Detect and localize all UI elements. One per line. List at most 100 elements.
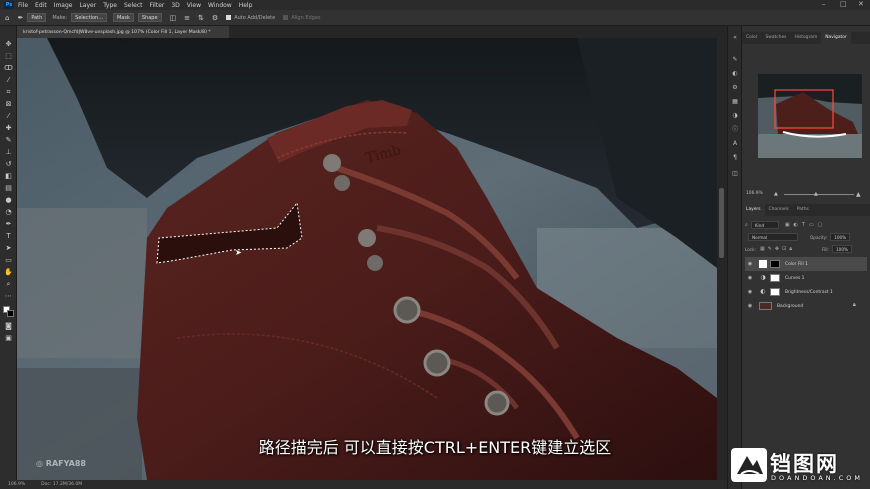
kind-filter-select[interactable]: Kind	[750, 221, 779, 229]
dodge-tool-icon[interactable]: ◔	[4, 208, 13, 217]
menu-layer[interactable]: Layer	[79, 2, 96, 9]
align-edges-checkbox[interactable]	[283, 15, 289, 20]
navigator-zoom-slider[interactable]	[784, 194, 854, 195]
blend-mode-select[interactable]: Normal	[748, 233, 798, 241]
zoom-in-icon[interactable]: ▲	[856, 191, 861, 198]
lock-image-icon[interactable]: ✎	[768, 246, 772, 252]
vertical-scrollbar[interactable]	[717, 38, 727, 480]
menu-help[interactable]: Help	[239, 2, 253, 9]
filter-shape-icon[interactable]: ▭	[809, 222, 814, 228]
zoom-slider-handle-icon[interactable]: ▲	[814, 191, 818, 197]
filter-type-icon[interactable]: T	[802, 222, 805, 228]
menu-select[interactable]: Select	[124, 2, 143, 9]
document-canvas[interactable]: Timb ➤	[17, 38, 717, 480]
pen-tool-icon[interactable]: ✒	[4, 220, 13, 229]
settings-gear-icon[interactable]: ⚙	[212, 14, 218, 22]
marquee-tool-icon[interactable]: ⬚	[4, 52, 13, 61]
edit-toolbar-icon[interactable]: ⋯	[4, 292, 13, 301]
eraser-tool-icon[interactable]: ◧	[4, 172, 13, 181]
make-shape-button[interactable]: Shape	[137, 13, 162, 22]
layer-name[interactable]: Color Fill 1	[785, 262, 808, 267]
tab-histogram[interactable]: Histogram	[790, 32, 821, 44]
menu-view[interactable]: View	[187, 2, 201, 9]
path-select-tool-icon[interactable]: ➤	[4, 244, 13, 253]
fill-input[interactable]: 100%	[832, 245, 852, 253]
maximize-icon[interactable]: □	[840, 0, 847, 8]
brush-tool-icon[interactable]: ✎	[4, 136, 13, 145]
layer-mask-thumbnail[interactable]	[770, 274, 780, 282]
paragraph-icon[interactable]: ¶	[731, 154, 739, 162]
home-icon[interactable]: ⌂	[5, 14, 9, 22]
make-selection-button[interactable]: Selection...	[71, 13, 107, 22]
zoom-level[interactable]: 106.9%	[8, 482, 25, 487]
layer-name[interactable]: Background	[777, 304, 803, 309]
make-mask-button[interactable]: Mask	[112, 13, 134, 22]
menu-filter[interactable]: Filter	[150, 2, 165, 9]
quick-select-tool-icon[interactable]: ⁄	[4, 76, 13, 85]
tab-channels[interactable]: Channels	[765, 204, 793, 216]
blur-tool-icon[interactable]: ●	[4, 196, 13, 205]
tab-swatches[interactable]: Swatches	[761, 32, 790, 44]
menu-edit[interactable]: Edit	[35, 2, 47, 9]
properties-icon[interactable]: ⚙	[731, 84, 739, 92]
libraries-icon[interactable]: ▦	[731, 98, 739, 106]
collapse-panels-icon[interactable]: «	[731, 34, 739, 42]
menu-file[interactable]: File	[18, 2, 28, 9]
frame-tool-icon[interactable]: ⊠	[4, 100, 13, 109]
menu-window[interactable]: Window	[208, 2, 232, 9]
filter-adjustment-icon[interactable]: ◐	[794, 222, 798, 228]
zoom-out-icon[interactable]: ▲	[774, 191, 778, 197]
character-icon[interactable]: A	[731, 140, 739, 148]
tab-color[interactable]: Color	[742, 32, 761, 44]
hand-tool-icon[interactable]: ✋	[4, 268, 13, 277]
background-color-swatch[interactable]	[7, 310, 14, 317]
path-alignment-icon[interactable]: ≡	[184, 14, 190, 22]
minimize-icon[interactable]: –	[822, 0, 826, 8]
move-tool-icon[interactable]: ✥	[4, 40, 13, 49]
layer-row-color-fill[interactable]: ◉ Color Fill 1	[745, 257, 867, 271]
visibility-eye-icon[interactable]: ◉	[745, 261, 755, 267]
layer-mask-thumbnail[interactable]	[770, 260, 780, 268]
path-operations-icon[interactable]: ◫	[170, 14, 177, 22]
eyedropper-tool-icon[interactable]: ⁄	[4, 112, 13, 121]
visibility-eye-icon[interactable]: ◉	[745, 275, 755, 281]
lock-position-icon[interactable]: ✥	[775, 246, 779, 252]
tab-layers[interactable]: Layers	[742, 204, 765, 216]
navigator-zoom-value[interactable]: 106.9%	[746, 191, 763, 196]
rectangle-tool-icon[interactable]: ▭	[4, 256, 13, 265]
visibility-eye-icon[interactable]: ◉	[745, 289, 755, 295]
tab-paths[interactable]: Paths	[793, 204, 813, 216]
scrollbar-thumb[interactable]	[719, 188, 724, 258]
lock-transparent-icon[interactable]: ▦	[760, 246, 765, 252]
auto-add-delete-checkbox[interactable]	[226, 15, 232, 20]
brush-settings-icon[interactable]: ✎	[731, 56, 739, 64]
lock-all-icon[interactable]: 🔒︎	[789, 246, 792, 252]
filter-pixel-icon[interactable]: ▣	[785, 222, 790, 228]
layer-row-curves[interactable]: ◉ ◑ Curves 1	[745, 271, 867, 285]
adjustments-icon[interactable]: ◐	[731, 70, 739, 78]
layer-name[interactable]: Brightness/Contrast 1	[785, 290, 833, 295]
tool-mode-select[interactable]: Path	[27, 13, 47, 22]
navigator-preview[interactable]	[758, 74, 862, 158]
layer-row-brightness[interactable]: ◉ ◐ Brightness/Contrast 1	[745, 285, 867, 299]
stamp-tool-icon[interactable]: ⊥	[4, 148, 13, 157]
path-arrangement-icon[interactable]: ⇅	[198, 14, 204, 22]
menu-type[interactable]: Type	[103, 2, 117, 9]
close-icon[interactable]: ✕	[858, 0, 864, 8]
layer-name[interactable]: Curves 1	[785, 276, 804, 281]
crop-tool-icon[interactable]: ⌗	[4, 88, 13, 97]
visibility-eye-icon[interactable]: ◉	[745, 303, 755, 309]
pen-tool-preset-icon[interactable]: ✒	[17, 14, 23, 22]
lock-artboard-icon[interactable]: ⊡	[782, 246, 786, 252]
info-icon[interactable]: ⓘ	[731, 126, 739, 134]
lasso-tool-icon[interactable]: ↀ	[4, 64, 13, 73]
layer-row-background[interactable]: ◉ Background 🔒︎	[745, 299, 867, 313]
3d-icon[interactable]: ◫	[731, 170, 739, 178]
zoom-tool-icon[interactable]: ⌕	[4, 280, 13, 289]
layer-mask-thumbnail[interactable]	[770, 288, 780, 296]
healing-tool-icon[interactable]: ✚	[4, 124, 13, 133]
opacity-input[interactable]: 100%	[830, 233, 851, 241]
type-tool-icon[interactable]: T	[4, 232, 13, 241]
menu-3d[interactable]: 3D	[171, 2, 179, 9]
gradient-tool-icon[interactable]: ▤	[4, 184, 13, 193]
